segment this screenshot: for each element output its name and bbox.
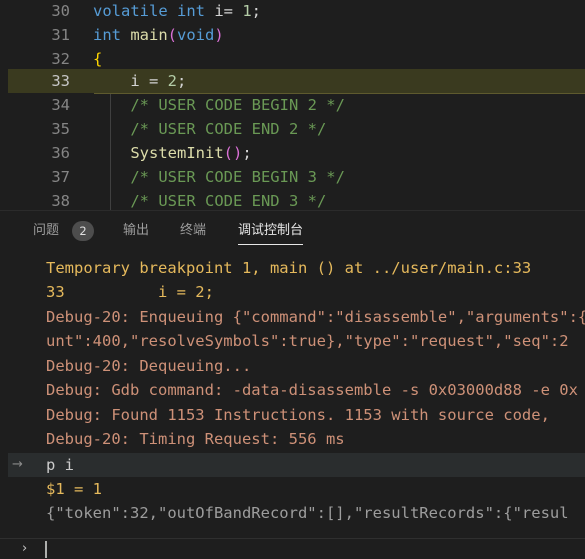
- console-line: unt":400,"resolveSymbols":true},"type":"…: [46, 332, 569, 350]
- code-token: i =: [93, 72, 168, 90]
- tab-label: 调试控制台: [238, 223, 304, 238]
- code-token: /* USER CODE BEGIN 2 */: [93, 96, 345, 114]
- code-line[interactable]: 35 /* USER CODE END 2 */: [8, 117, 585, 141]
- code-token: ;: [177, 72, 187, 90]
- tab-label: 输出: [123, 223, 150, 238]
- code-token: {: [93, 50, 103, 68]
- code-text: /* USER CODE END 3 */: [93, 189, 326, 210]
- bottom-panel: 问题 2 输出 终端 调试控制台 Temporary breakpoint 1,…: [0, 210, 585, 559]
- tab-debug-console[interactable]: 调试控制台: [238, 211, 304, 251]
- code-token: /* USER CODE END 2 */: [93, 120, 327, 138]
- code-text: volatile int i= 1;: [93, 0, 261, 23]
- code-token: main: [130, 26, 168, 44]
- console-input-echo-row: [8, 453, 585, 477]
- code-line[interactable]: 30 volatile int i= 1;: [8, 0, 585, 23]
- code-token: int: [177, 2, 205, 20]
- line-number: 32: [51, 50, 70, 68]
- tab-problems[interactable]: 问题: [33, 211, 59, 251]
- line-number: 38: [51, 192, 70, 210]
- code-editor[interactable]: 30 volatile int i= 1; 31 int main(void) 32 {3…: [0, 0, 585, 210]
- code-text: int main(void): [93, 23, 224, 47]
- code-token: ;: [251, 2, 262, 20]
- console-line: Debug: Gdb command: -data-disassemble -s…: [46, 381, 578, 399]
- code-text: /* USER CODE BEGIN 2 */: [93, 93, 345, 117]
- tab-output[interactable]: 输出: [123, 211, 149, 251]
- code-token: ;: [242, 144, 252, 162]
- code-token: ): [214, 26, 224, 44]
- repl-prompt-chevron-icon: ›: [22, 541, 28, 556]
- code-text: {: [93, 47, 102, 71]
- console-line: {"token":32,"outOfBandRecord":[],"result…: [46, 504, 569, 522]
- code-token: 2: [167, 72, 177, 90]
- tab-terminal[interactable]: 终端: [180, 211, 206, 251]
- code-text: /* USER CODE BEGIN 3 */: [93, 165, 345, 189]
- console-line: Temporary breakpoint 1, main () at ../us…: [46, 259, 532, 277]
- code-line[interactable]: 32 {: [8, 47, 585, 71]
- code-line[interactable]: 34 /* USER CODE BEGIN 2 */: [8, 93, 585, 117]
- console-line: Debug: Found 1153 Instructions. 1153 wit…: [46, 406, 550, 424]
- line-number: 31: [51, 26, 70, 44]
- code-token: /* USER CODE END 3 */: [93, 192, 327, 210]
- debug-console-repl[interactable]: ›: [0, 538, 585, 559]
- line-number: 37: [51, 168, 70, 186]
- code-line[interactable]: 38 /* USER CODE END 3 */: [8, 189, 585, 210]
- line-number: 35: [51, 120, 70, 138]
- console-line: $1 = 1: [46, 480, 102, 498]
- code-line[interactable]: 36 SystemInit();: [8, 141, 585, 165]
- code-text: i = 2;: [93, 69, 186, 93]
- line-number: 34: [51, 96, 70, 114]
- tab-label: 终端: [180, 223, 207, 238]
- input-echo-arrow-icon: →: [12, 457, 23, 472]
- line-number: 30: [51, 2, 70, 20]
- panel-tabbar: 问题 2 输出 终端 调试控制台: [0, 211, 585, 251]
- repl-input[interactable]: [45, 541, 565, 558]
- code-token: (: [167, 26, 178, 44]
- tab-label: 问题: [33, 223, 60, 238]
- code-token: i=: [205, 2, 243, 20]
- console-input-echo: p i: [46, 456, 74, 474]
- code-line[interactable]: 31 int main(void): [8, 23, 585, 47]
- line-number: 33: [51, 72, 70, 90]
- code-token: volatile: [93, 2, 168, 20]
- line-number: 36: [51, 144, 70, 162]
- console-line: Debug-20: Enqueuing {"command":"disassem…: [46, 308, 585, 326]
- code-token: (): [223, 144, 243, 162]
- problems-count-badge: 2: [72, 221, 94, 241]
- code-line[interactable]: 37 /* USER CODE BEGIN 3 */: [8, 165, 585, 189]
- console-line: Debug-20: Timing Request: 556 ms: [46, 430, 345, 448]
- code-line[interactable]: 33 i = 2;: [8, 69, 585, 93]
- code-token: SystemInit: [130, 144, 224, 162]
- code-token: 1: [242, 2, 252, 20]
- code-token: /* USER CODE BEGIN 3 */: [93, 168, 345, 186]
- code-text: SystemInit();: [93, 141, 252, 165]
- code-text: /* USER CODE END 2 */: [93, 117, 326, 141]
- console-line: Debug-20: Dequeuing...: [46, 357, 252, 375]
- code-token: int: [93, 26, 121, 44]
- code-token: void: [177, 26, 215, 44]
- console-line: 33 i = 2;: [46, 283, 214, 301]
- debug-console-output[interactable]: Temporary breakpoint 1, main () at ../us…: [0, 251, 585, 559]
